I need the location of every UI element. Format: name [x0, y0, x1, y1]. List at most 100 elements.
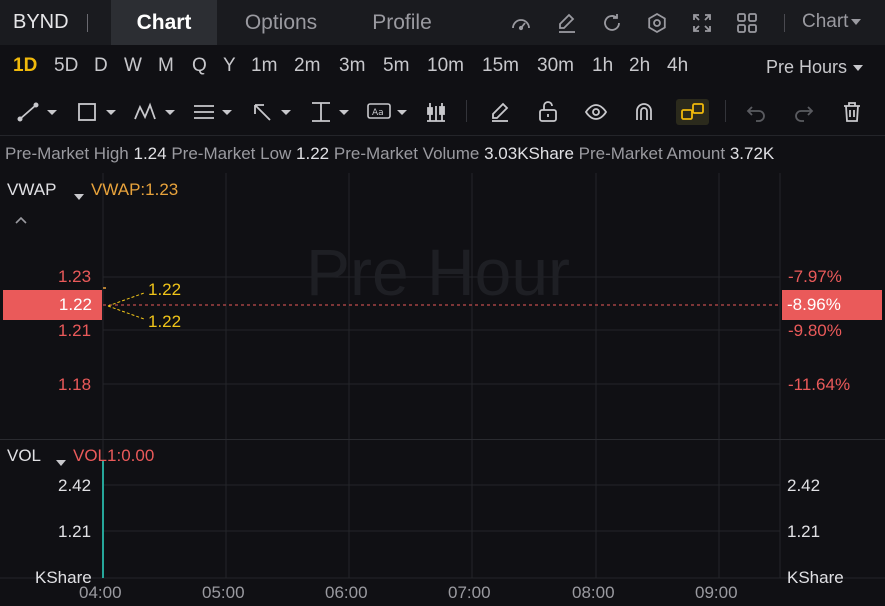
timeframe-bar: 1D 5D D W M Q Y 1m 2m 3m 5m 10m 15m 30m … [0, 45, 885, 89]
candlestick-icon[interactable] [424, 99, 448, 125]
tab-chart[interactable]: Chart [111, 0, 217, 45]
tab-options[interactable]: Options [225, 0, 337, 45]
chart-area[interactable]: Pre Hour VWAP VWAP:1.23 1.23 1.21 1.18 1… [0, 173, 885, 606]
price-range-tool[interactable] [308, 99, 352, 125]
timeframe-d[interactable]: D [94, 55, 108, 77]
timeframe-5d[interactable]: 5D [54, 55, 78, 77]
price-tick: 1.18 [58, 375, 92, 394]
eye-icon[interactable] [584, 99, 608, 125]
timeframe-3m[interactable]: 3m [339, 55, 365, 77]
vwap-indicator-value: VWAP:1.23 [91, 180, 179, 199]
volume-tick: 2.42 [58, 476, 92, 495]
trash-icon[interactable] [840, 99, 864, 125]
chevron-down-icon [851, 18, 862, 25]
vol-indicator-value: VOL1:0.00 [73, 446, 155, 465]
chart-type-dropdown[interactable]: Chart [802, 11, 862, 33]
volume-tick: 1.21 [58, 522, 92, 541]
premarket-volume-label: Pre-Market Volume [333, 144, 480, 163]
x-axis-tick: 06:00 [325, 583, 368, 602]
x-axis-tick: 05:00 [202, 583, 245, 602]
rectangle-tool[interactable] [75, 99, 119, 125]
x-axis-tick: 04:00 [79, 583, 122, 602]
timeframe-m[interactable]: M [158, 55, 174, 77]
volume-unit-right: KShare [787, 568, 844, 587]
drawing-toolbar: Aa [0, 89, 885, 136]
annotation-label[interactable]: 1.22 [148, 312, 181, 332]
premarket-amount-value: 3.72K [729, 144, 775, 163]
premarket-amount-label: Pre-Market Amount [578, 144, 726, 163]
tab-profile[interactable]: Profile [352, 0, 452, 45]
pen-icon[interactable] [488, 99, 512, 125]
chevron-down-icon [74, 193, 84, 200]
vwap-indicator-name[interactable]: VWAP [7, 180, 56, 200]
price-tick: 1.23 [58, 267, 92, 286]
volume-tick-right: 2.42 [787, 476, 821, 495]
undo-icon[interactable] [744, 99, 768, 125]
watermark-text: Pre Hour [306, 235, 570, 309]
current-price-label: 1.22 [3, 290, 102, 320]
timeframe-1m[interactable]: 1m [251, 55, 277, 77]
trend-line-tool[interactable] [16, 99, 60, 125]
timeframe-2m[interactable]: 2m [294, 55, 320, 77]
pane-divider[interactable] [0, 439, 885, 440]
premarket-volume-value: 3.03KShare [484, 144, 574, 163]
unlock-icon[interactable] [536, 99, 560, 125]
timeframe-30m[interactable]: 30m [537, 55, 574, 77]
pct-tick: -11.64% [788, 375, 851, 394]
timeframe-1d[interactable]: 1D [13, 55, 37, 77]
divider [466, 100, 467, 122]
volume-bar [102, 460, 104, 578]
chart-type-label: Chart [802, 11, 849, 32]
timeframe-2h[interactable]: 2h [629, 55, 650, 77]
premarket-summary: Pre-Market High 1.24 Pre-Market Low 1.22… [5, 144, 774, 164]
timeframe-10m[interactable]: 10m [427, 55, 464, 77]
timeframe-15m[interactable]: 15m [482, 55, 519, 77]
refresh-icon[interactable] [600, 11, 624, 35]
gauge-icon[interactable] [509, 11, 533, 35]
x-axis-tick: 07:00 [448, 583, 491, 602]
chevron-down-icon [56, 459, 66, 466]
premarket-low-label: Pre-Market Low [171, 144, 292, 163]
timeframe-y[interactable]: Y [223, 55, 236, 77]
annotation-label[interactable]: 1.22 [148, 280, 181, 300]
timeframe-5m[interactable]: 5m [383, 55, 409, 77]
timeframe-q[interactable]: Q [192, 55, 207, 77]
price-tick: 1.21 [58, 321, 92, 340]
pattern-tool[interactable] [132, 99, 178, 125]
volume-tick-right: 1.21 [787, 522, 821, 541]
vol-dropdown-caret[interactable] [53, 452, 66, 472]
fib-tool[interactable] [191, 99, 235, 125]
premarket-low-value: 1.22 [296, 144, 330, 163]
timeframe-w[interactable]: W [124, 55, 142, 77]
text-tool[interactable]: Aa [366, 99, 410, 125]
session-label: Pre Hours [766, 57, 848, 77]
chevron-down-icon [853, 65, 864, 72]
current-pct-label: -8.96% [782, 290, 882, 320]
svg-text:Aa: Aa [372, 108, 384, 118]
grid-icon[interactable] [735, 11, 759, 35]
pct-tick: -7.97% [788, 267, 842, 286]
edit-icon[interactable] [555, 11, 579, 35]
premarket-high-label: Pre-Market High [5, 144, 129, 163]
magnet-icon[interactable] [632, 99, 656, 125]
pct-tick: -9.80% [788, 321, 842, 340]
collapse-pane-icon[interactable] [14, 210, 28, 230]
timeframe-1h[interactable]: 1h [592, 55, 613, 77]
divider [784, 14, 785, 32]
divider [87, 14, 88, 32]
vwap-dropdown-caret[interactable] [71, 186, 84, 206]
divider [725, 100, 726, 122]
link-icon[interactable] [676, 99, 709, 125]
vol-indicator-name[interactable]: VOL [7, 446, 41, 466]
gear-icon[interactable] [645, 11, 669, 35]
fullscreen-icon[interactable] [690, 11, 714, 35]
x-axis-tick: 09:00 [695, 583, 738, 602]
ticker-symbol[interactable]: BYND [13, 11, 69, 34]
timeframe-4h[interactable]: 4h [667, 55, 688, 77]
session-dropdown[interactable]: Pre Hours [766, 57, 864, 78]
premarket-high-value: 1.24 [133, 144, 167, 163]
x-axis-tick: 08:00 [572, 583, 615, 602]
arrow-tool[interactable] [250, 99, 294, 125]
redo-icon[interactable] [792, 99, 816, 125]
chart-grid: Pre Hour [0, 173, 885, 579]
